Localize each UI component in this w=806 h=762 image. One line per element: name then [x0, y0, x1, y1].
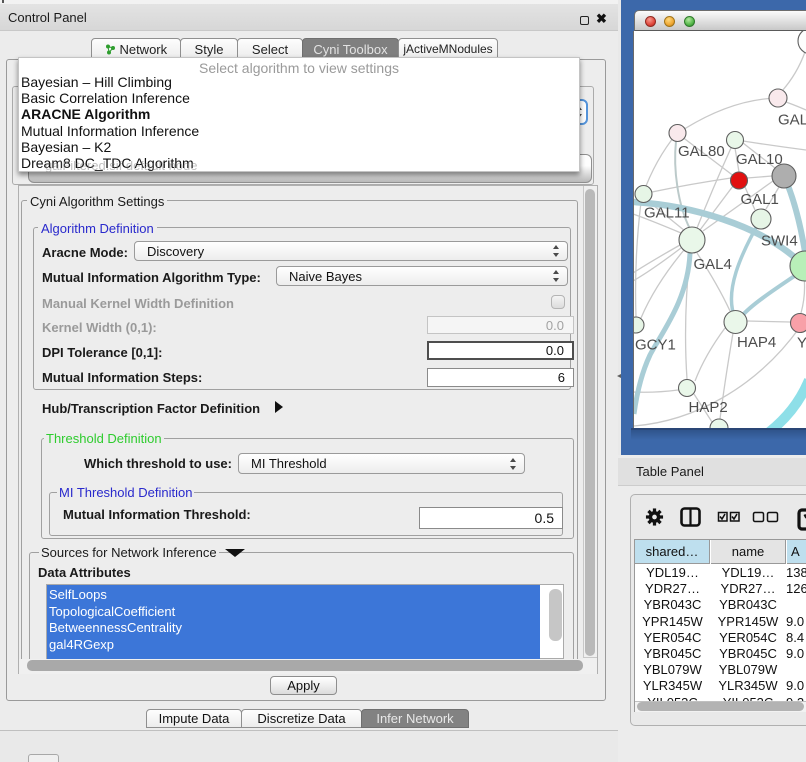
svg-text:GAL2: GAL2	[778, 112, 806, 129]
svg-text:GAL80: GAL80	[678, 143, 725, 160]
svg-text:GAL1: GAL1	[741, 191, 779, 208]
svg-text:GCY1: GCY1	[635, 337, 676, 354]
svg-text:GAL11: GAL11	[644, 205, 690, 222]
svg-text:HAP4: HAP4	[737, 334, 776, 351]
svg-text:HAP2: HAP2	[689, 399, 728, 416]
svg-text:SWI4: SWI4	[761, 233, 798, 250]
svg-text:GAL10: GAL10	[736, 151, 783, 168]
svg-text:YJ: YJ	[797, 335, 806, 352]
svg-text:GAL4: GAL4	[694, 256, 732, 273]
